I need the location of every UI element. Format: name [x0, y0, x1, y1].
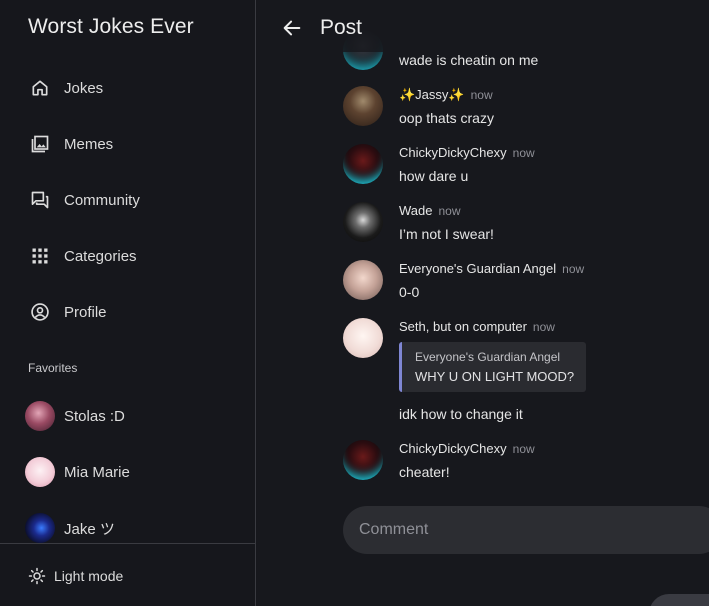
sidebar-item-memes[interactable]: Memes: [0, 122, 255, 166]
comment-time: now: [512, 442, 535, 456]
avatar: [343, 440, 383, 480]
comment-header: Everyone's Guardian Angel now: [399, 260, 584, 278]
sidebar-item-profile[interactable]: Profile: [0, 290, 255, 334]
sidebar-item-categories[interactable]: Categories: [0, 234, 255, 278]
account-circle-icon: [30, 302, 50, 322]
app-title: Worst Jokes Ever: [28, 15, 194, 38]
post-view: wade is cheatin on me Post ✨Jassy✨ now oo…: [257, 0, 709, 606]
comment-time: now: [512, 146, 535, 160]
comment-body: wade is cheatin on me: [399, 52, 539, 68]
favorite-item-jake[interactable]: Jake ツ: [0, 508, 255, 548]
avatar: [25, 401, 55, 431]
comment-header: ChickyDickyChexy now: [399, 440, 535, 458]
comment-header: Wade now: [399, 202, 461, 220]
avatar: [25, 513, 55, 543]
sidebar-item-community[interactable]: Community: [0, 178, 255, 222]
favorite-item-stolas[interactable]: Stolas :D: [0, 396, 255, 436]
favorite-item-label: Stolas :D: [64, 407, 125, 425]
back-arrow-icon[interactable]: [281, 17, 303, 39]
comment-header: ChickyDickyChexy now: [399, 144, 535, 162]
avatar: [25, 457, 55, 487]
sidebar-item-label: Categories: [64, 247, 137, 265]
avatar: [343, 144, 383, 184]
comment-time: now: [470, 88, 493, 102]
comment-author[interactable]: ChickyDickyChexy: [399, 441, 507, 456]
favorite-item-label: Mia Marie: [64, 463, 130, 481]
comment-author[interactable]: ChickyDickyChexy: [399, 145, 507, 160]
forum-icon: [30, 190, 50, 210]
avatar: [343, 318, 383, 358]
quote-author: Everyone's Guardian Angel: [415, 350, 561, 364]
comment-header: Seth, but on computer now: [399, 318, 555, 336]
sidebar: Worst Jokes Ever Jokes Memes Community C…: [0, 0, 256, 606]
comment-author[interactable]: Everyone's Guardian Angel: [399, 261, 556, 276]
sun-icon: [28, 567, 46, 585]
light-mode-toggle[interactable]: Light mode: [0, 558, 255, 594]
sidebar-item-jokes[interactable]: Jokes: [0, 66, 255, 110]
sidebar-footer: Light mode: [0, 543, 255, 606]
comment-time: now: [562, 262, 585, 276]
favorites-header: Favorites: [28, 361, 78, 375]
avatar: [343, 86, 383, 126]
sidebar-item-label: Jokes: [64, 79, 104, 97]
sidebar-item-label: Memes: [64, 135, 114, 153]
sidebar-item-label: Community: [64, 191, 140, 209]
avatar: [343, 202, 383, 242]
page-title: Post: [320, 16, 363, 39]
comment-body: cheater!: [399, 464, 450, 480]
favorite-item-mia-marie[interactable]: Mia Marie: [0, 452, 255, 492]
sidebar-item-label: Profile: [64, 303, 107, 321]
comment-body: oop thats crazy: [399, 110, 494, 126]
quoted-reply[interactable]: Everyone's Guardian Angel WHY U ON LIGHT…: [399, 342, 586, 392]
comment-time: now: [438, 204, 461, 218]
comment-body: how dare u: [399, 168, 469, 184]
avatar: [343, 260, 383, 300]
comment-time: now: [532, 320, 555, 334]
quote-text: WHY U ON LIGHT MOOD?: [415, 369, 575, 384]
comment-header: ✨Jassy✨ now: [399, 86, 493, 104]
favorite-item-label: Jake ツ: [64, 520, 115, 538]
comment-author[interactable]: Seth, but on computer: [399, 319, 527, 334]
comment-author[interactable]: Wade: [399, 203, 432, 218]
comment-author[interactable]: ✨Jassy✨: [399, 87, 465, 102]
light-mode-label: Light mode: [54, 568, 124, 584]
comment-body: I’m not I swear!: [399, 226, 494, 242]
image-icon: [30, 134, 50, 154]
send-button[interactable]: [649, 594, 709, 606]
comment-body: idk how to change it: [399, 406, 523, 422]
comment-input[interactable]: [343, 506, 709, 554]
grid-icon: [30, 246, 50, 266]
home-icon: [30, 78, 50, 98]
comment-body: 0-0: [399, 284, 420, 300]
top-app-bar: Post: [257, 0, 709, 52]
